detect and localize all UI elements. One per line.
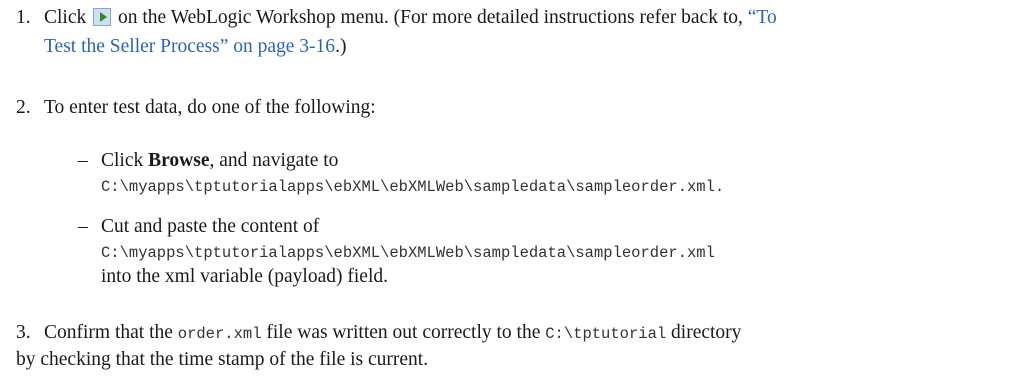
bullet-dash: – — [78, 216, 88, 237]
browse-label: Browse — [148, 150, 210, 171]
item-1-text: , and navigate to — [209, 150, 339, 171]
run-icon — [93, 8, 112, 26]
cross-reference-link-continued[interactable]: Test the Seller Process” on page 3-16 — [44, 36, 335, 57]
step-3-line-2: by checking that the time stamp of the f… — [16, 349, 429, 370]
item-1-click-text: Click — [101, 150, 144, 171]
tptutorial-directory: C:\tptutorial — [545, 325, 667, 343]
step-2-item-2-line-3: into the xml variable (payload) field. — [101, 266, 388, 287]
step-1-end: .) — [335, 36, 347, 57]
step-3-text-2: file was written out correctly to the — [266, 322, 541, 343]
cross-reference-link[interactable]: “To — [748, 7, 777, 28]
order-xml-filename: order.xml — [177, 325, 262, 343]
step-3-text-3: directory — [671, 322, 742, 343]
step-1-line-2: Test the Seller Process” on page 3-16.) — [44, 32, 346, 62]
step-2-text: To enter test data, do one of the follow… — [44, 97, 376, 118]
step-number: 3. — [16, 322, 31, 343]
step-number: 1. — [16, 7, 31, 28]
step-number: 2. — [16, 97, 31, 118]
bullet-dash: – — [78, 150, 88, 171]
sample-order-path: C:\myapps\tptutorialapps\ebXML\ebXMLWeb\… — [101, 178, 725, 196]
step-1-text: on the WebLogic Workshop menu. (For more… — [118, 7, 743, 28]
step-3-text-1: Confirm that the — [44, 322, 173, 343]
step-1-line-1: Click on the WebLogic Workshop menu. (Fo… — [44, 3, 777, 33]
step-1-click-text: Click — [44, 7, 87, 28]
